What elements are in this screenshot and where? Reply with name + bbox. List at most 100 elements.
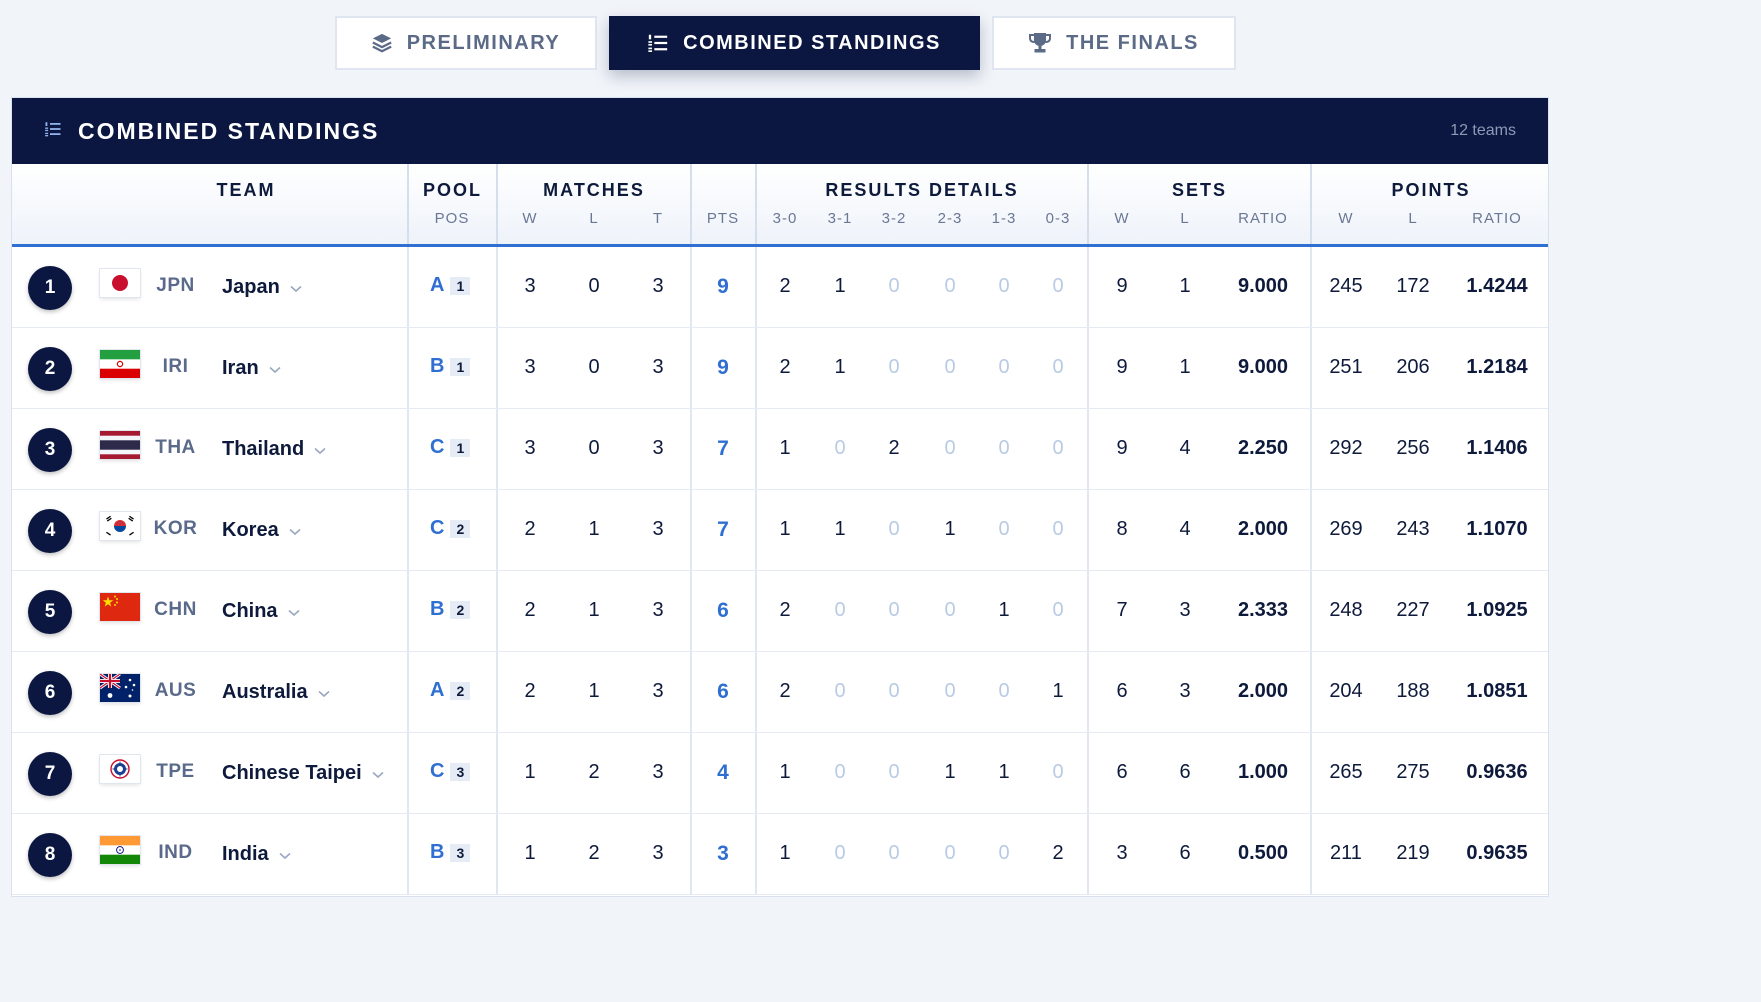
pool-position: 3 [450,762,471,781]
col-r23[interactable]: 2-3 [920,210,980,227]
pool-letter: A [430,679,445,701]
col-points-ratio[interactable]: RATIO [1467,210,1527,227]
cell-sl: 6 [1179,842,1191,864]
tab-bar: PRELIMINARY COMBINED STANDINGS THE FINAL… [0,16,1568,70]
col-r13[interactable]: 1-3 [974,210,1034,227]
table-row[interactable]: 3 THA Thailand C 1 3 0 3 7 1 0 2 0 0 0 9 4 2.250 292 256 1.1… [12,409,1548,490]
cell-sl: 6 [1179,761,1191,783]
pool-cell: C2 [430,517,471,540]
team-name[interactable]: Japan [222,276,302,299]
flag-jpn-icon [100,269,140,297]
team-name[interactable]: Australia [222,681,330,704]
tab-the-finals[interactable]: THE FINALS [991,16,1236,70]
chevron-down-icon[interactable] [288,600,300,623]
cell-pl: 256 [1396,437,1430,459]
table-row[interactable]: 6 AUS Australia A 2 2 1 3 6 2 0 0 0 0 1 6 3 2.000 204 188 1.… [12,652,1548,733]
pool-position: 1 [450,438,471,457]
trophy-icon [1028,32,1052,54]
team-name[interactable]: China [222,600,300,623]
pool-letter: A [430,274,445,296]
col-points: POINTS [1391,180,1471,200]
rank-badge: 4 [28,509,72,553]
col-sets-ratio[interactable]: RATIO [1233,210,1293,227]
pool-letter: C [430,517,445,539]
pool-letter: C [430,760,445,782]
chevron-down-icon[interactable] [279,843,291,866]
pool-cell: A2 [430,679,471,702]
rank-badge: 2 [28,347,72,391]
col-r32[interactable]: 3-2 [864,210,924,227]
tab-the-finals-label: THE FINALS [1066,31,1199,54]
chevron-down-icon[interactable] [289,519,301,542]
team-name[interactable]: Thailand [222,438,326,461]
col-sets-l[interactable]: L [1155,210,1215,227]
cell-pratio: 1.4244 [1466,275,1528,297]
team-code: KOR [153,518,198,539]
team-code: AUS [154,680,197,701]
list-ordered-icon [44,120,62,143]
rank-badge: 3 [28,428,72,472]
col-r31[interactable]: 3-1 [810,210,870,227]
cell-pratio: 1.0851 [1466,680,1528,702]
team-name-label: China [222,600,278,622]
panel-header: COMBINED STANDINGS 12 teams [12,98,1548,164]
chevron-down-icon[interactable] [372,762,384,785]
col-matches-t[interactable]: T [628,210,688,227]
cell-sratio: 0.500 [1237,842,1289,864]
chevron-down-icon[interactable] [314,438,326,461]
cell-pratio: 1.0925 [1466,599,1528,621]
team-code: JPN [156,275,195,296]
team-name-label: Korea [222,519,279,541]
team-code: CHN [154,599,197,620]
team-name[interactable]: Korea [222,519,301,542]
col-points-l[interactable]: L [1383,210,1443,227]
chevron-down-icon[interactable] [290,276,302,299]
col-r03[interactable]: 0-3 [1028,210,1088,227]
table-row[interactable]: 8 IND India B 3 1 2 3 3 1 0 0 0 0 2 3 6 0.500 211 219 0.9635 [12,814,1548,895]
col-pts[interactable]: PTS [693,210,753,227]
flag-tha-icon [100,431,140,459]
cell-pratio: 0.9635 [1466,842,1528,864]
table-row[interactable]: 2 IRI Iran B 1 3 0 3 9 2 1 0 0 0 0 9 1 9.000 251 206 1.2184 [12,328,1548,409]
table-row[interactable]: 1 JPN Japan A 1 3 0 3 9 2 1 0 0 0 0 9 1 9.000 245 172 1.4244 [12,247,1548,328]
tab-preliminary[interactable]: PRELIMINARY [334,16,597,70]
team-name[interactable]: Chinese Taipei [222,762,384,785]
col-pool-pos[interactable]: POS [422,210,482,227]
chevron-down-icon[interactable] [269,357,281,380]
team-name[interactable]: India [222,843,291,866]
cell-sratio: 2.000 [1237,680,1289,702]
pool-letter: C [430,436,445,458]
table-row[interactable]: 4 KOR Korea C 2 2 1 3 7 1 1 0 1 0 0 8 4 2.000 269 243 1.1070 [12,490,1548,571]
table-row[interactable]: 7 TPE Chinese Taipei C 3 1 2 3 4 1 0 0 1 1 0 6 6 1.000 265… [12,733,1548,814]
pool-position: 2 [450,519,471,538]
tab-combined-standings[interactable]: COMBINED STANDINGS [608,16,980,70]
chevron-down-icon[interactable] [318,681,330,704]
pool-cell: C1 [430,436,471,459]
col-matches-l[interactable]: L [564,210,624,227]
rank-badge: 6 [28,671,72,715]
pool-cell: B3 [430,841,471,864]
pool-letter: B [430,598,445,620]
team-name-label: India [222,843,269,865]
flag-iri-icon [100,350,140,378]
table-row[interactable]: 5 CHN China B 2 2 1 3 6 2 0 0 0 1 0 7 3 2.333 248 227 1.0925 [12,571,1548,652]
team-code: THA [155,437,196,458]
cell-sratio: 2.250 [1237,437,1289,459]
flag-aus-icon [100,674,140,702]
cell-pl: 243 [1396,518,1430,540]
cell-pl: 188 [1396,680,1430,702]
cell-pratio: 0.9636 [1466,761,1528,783]
flag-ind-icon [100,836,140,864]
cell-sratio: 2.000 [1237,518,1289,540]
col-matches-w[interactable]: W [500,210,560,227]
tab-combined-standings-label: COMBINED STANDINGS [683,31,941,54]
cell-sratio: 1.000 [1237,761,1289,783]
col-pool[interactable]: POOL [409,180,496,201]
team-name[interactable]: Iran [222,357,281,380]
col-sets-w[interactable]: W [1092,210,1152,227]
cell-sl: 1 [1179,275,1191,297]
col-points-w[interactable]: W [1316,210,1376,227]
col-r30[interactable]: 3-0 [755,210,815,227]
cell-pl: 219 [1396,842,1430,864]
layers-icon [371,32,393,54]
